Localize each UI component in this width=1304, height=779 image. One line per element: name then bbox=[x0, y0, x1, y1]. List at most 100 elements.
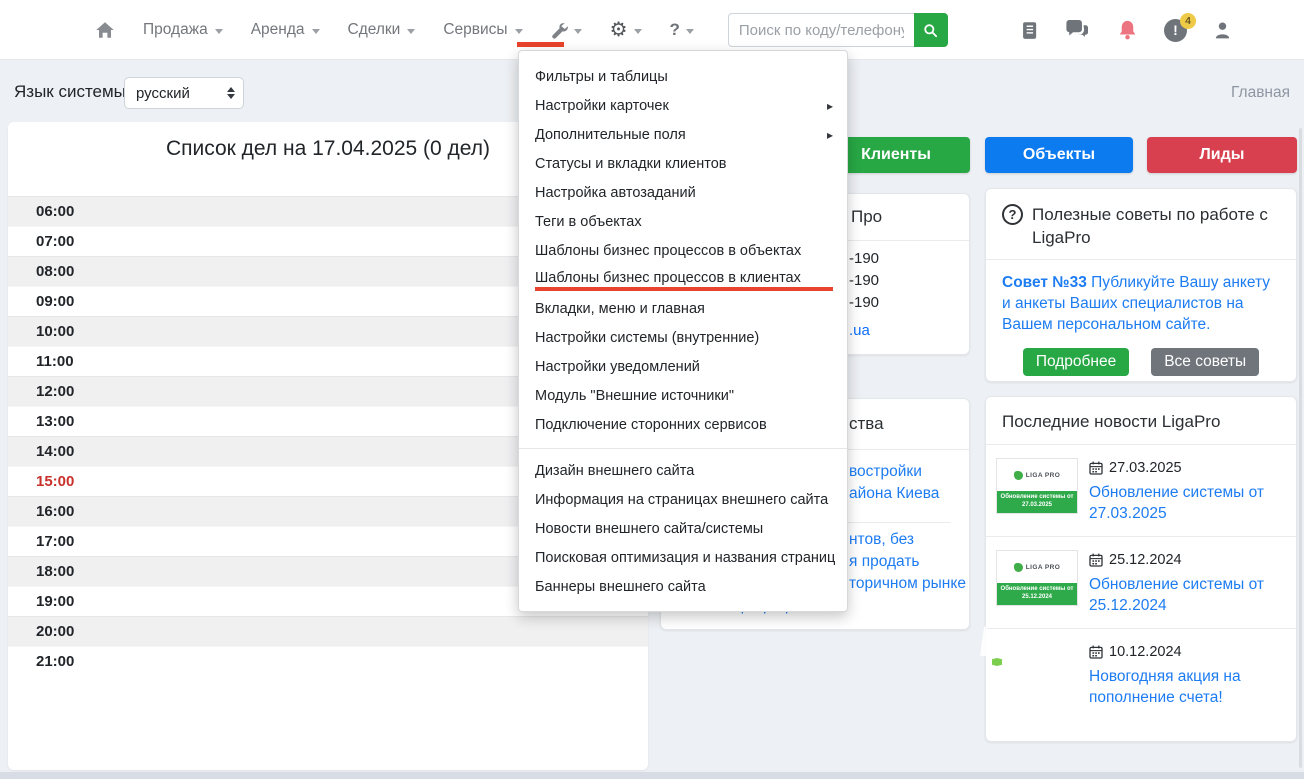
time-label: 06:00 bbox=[36, 203, 74, 220]
menu-item-third-party-services[interactable]: Подключение сторонних сервисов bbox=[519, 411, 847, 440]
all-tips-button[interactable]: Все советы bbox=[1151, 348, 1259, 376]
time-label: 18:00 bbox=[36, 563, 74, 580]
partner-link-fragment[interactable]: айона Киева bbox=[849, 485, 939, 503]
time-label: 14:00 bbox=[36, 443, 74, 460]
directory-icon[interactable] bbox=[1021, 21, 1038, 40]
partner-link-fragment[interactable]: я продать bbox=[849, 553, 920, 571]
notification-count-badge: 4 bbox=[1180, 13, 1196, 29]
time-label: 20:00 bbox=[36, 623, 74, 640]
select-arrows-icon bbox=[227, 87, 235, 99]
news-thumbnail[interactable]: LIGA PRO Обновление системы от 27.03.202… bbox=[996, 458, 1078, 524]
phone-fragment: -190 bbox=[849, 294, 879, 311]
time-label: 08:00 bbox=[36, 263, 74, 280]
news-date: 25.12.2024 bbox=[1109, 552, 1182, 568]
time-label: 12:00 bbox=[36, 383, 74, 400]
home-icon[interactable] bbox=[95, 21, 115, 39]
chevron-down-icon bbox=[215, 29, 223, 34]
chevron-down-icon bbox=[312, 29, 320, 34]
menu-item-tabs-menu-main[interactable]: Вкладки, меню и главная bbox=[519, 295, 847, 324]
active-nav-underline bbox=[517, 42, 564, 47]
submenu-arrow-icon: ▸ bbox=[827, 92, 833, 121]
search-button[interactable] bbox=[914, 13, 948, 47]
menu-item-card-settings[interactable]: Настройки карточек▸ bbox=[519, 92, 847, 121]
contacts-card-title-fragment: Про bbox=[851, 207, 882, 227]
menu-item-autotasks[interactable]: Настройка автозаданий bbox=[519, 179, 847, 208]
language-select-value: русский bbox=[136, 85, 227, 102]
menu-item-site-news[interactable]: Новости внешнего сайта/системы bbox=[519, 515, 847, 544]
chevron-down-icon bbox=[574, 29, 582, 34]
ligapro-logo-icon bbox=[1014, 471, 1023, 480]
menu-item-bp-templates-objects[interactable]: Шаблоны бизнес процессов в объектах bbox=[519, 237, 847, 266]
nav-item-services[interactable]: Сервисы bbox=[443, 21, 522, 39]
balance-icon[interactable]: ! 4 bbox=[1164, 19, 1187, 42]
ligapro-logo-text: LIGA PRO bbox=[1026, 472, 1060, 479]
time-label: 07:00 bbox=[36, 233, 74, 250]
news-card: Последние новости LigaPro LIGA PRO Обнов… bbox=[985, 396, 1297, 742]
notifications-bell-icon[interactable] bbox=[1117, 19, 1138, 42]
partner-link-fragment[interactable]: нтов, без bbox=[849, 531, 914, 549]
news-date: 10.12.2024 bbox=[1109, 644, 1182, 660]
nav-item-deals[interactable]: Сделки bbox=[348, 21, 416, 39]
nav-item-rent[interactable]: Аренда bbox=[251, 21, 320, 39]
menu-item-seo-page-titles[interactable]: Поисковая оптимизация и названия страниц bbox=[519, 544, 847, 573]
menu-item-system-settings[interactable]: Настройки системы (внутренние) bbox=[519, 324, 847, 353]
language-select[interactable]: русский bbox=[124, 77, 244, 109]
help-menu-toggle[interactable]: ? bbox=[670, 20, 694, 40]
menu-item-object-tags[interactable]: Теги в объектах bbox=[519, 208, 847, 237]
phone-fragment: -190 bbox=[849, 250, 879, 267]
news-item: LIGA PRO Обновление системы от 25.12.202… bbox=[986, 537, 1296, 628]
menu-item-site-banners[interactable]: Баннеры внешнего сайта bbox=[519, 573, 847, 602]
chevron-down-icon bbox=[407, 29, 415, 34]
submenu-arrow-icon: ▸ bbox=[827, 121, 833, 150]
nav-item-sales[interactable]: Продажа bbox=[143, 21, 223, 39]
ligapro-logo-text: LIGA PRO bbox=[1026, 564, 1060, 571]
partner-card-title-fragment: ства bbox=[849, 414, 884, 434]
time-row[interactable]: 21:00 bbox=[8, 646, 648, 676]
chevron-down-icon bbox=[686, 29, 694, 34]
gear-icon: ⚙ bbox=[610, 20, 628, 40]
menu-item-filters-tables[interactable]: Фильтры и таблицы bbox=[519, 63, 847, 92]
calendar-icon bbox=[1089, 645, 1103, 659]
time-row[interactable]: 20:00 bbox=[8, 616, 648, 646]
wrench-icon bbox=[551, 22, 568, 39]
tips-card: ? Полезные советы по работе с LigaPro Со… bbox=[985, 188, 1297, 382]
tools-menu-toggle[interactable] bbox=[551, 22, 582, 39]
time-label: 11:00 bbox=[36, 353, 74, 370]
nav-item-label: Продажа bbox=[143, 21, 208, 39]
tip-number-label: Совет №33 bbox=[1002, 274, 1087, 291]
news-thumbnail[interactable]: LIGA PRO Обновление системы от 25.12.202… bbox=[996, 550, 1078, 616]
menu-item-external-sources-module[interactable]: Модуль "Внешние источники" bbox=[519, 382, 847, 411]
breadcrumb-home-link[interactable]: Главная bbox=[1231, 84, 1290, 102]
time-label: 09:00 bbox=[36, 293, 74, 310]
profile-icon[interactable] bbox=[1213, 21, 1232, 40]
menu-item-client-statuses-tabs[interactable]: Статусы и вкладки клиентов bbox=[519, 150, 847, 179]
menu-item-extra-fields[interactable]: Дополнительные поля▸ bbox=[519, 121, 847, 150]
menu-item-notification-settings[interactable]: Настройки уведомлений bbox=[519, 353, 847, 382]
tip-details-button[interactable]: Подробнее bbox=[1023, 348, 1129, 376]
news-link[interactable]: Новогодняя акция на пополнение счета! bbox=[1089, 666, 1282, 708]
objects-button[interactable]: Объекты bbox=[985, 137, 1133, 173]
time-label-current: 15:00 bbox=[36, 473, 74, 490]
leads-button[interactable]: Лиды bbox=[1147, 137, 1297, 173]
vertical-scrollbar[interactable] bbox=[1299, 128, 1302, 768]
news-link[interactable]: Обновление системы от 27.03.2025 bbox=[1089, 482, 1282, 524]
search-input[interactable] bbox=[728, 13, 914, 47]
menu-item-site-pages-info[interactable]: Информация на страницах внешнего сайта bbox=[519, 486, 847, 515]
partner-link-fragment[interactable]: востройки bbox=[849, 463, 922, 481]
nav-item-label: Сделки bbox=[348, 21, 401, 39]
site-link-fragment[interactable]: .ua bbox=[849, 322, 870, 339]
settings-menu-toggle[interactable]: ⚙ bbox=[610, 20, 642, 40]
menu-item-bp-templates-clients[interactable]: Шаблоны бизнес процессов в клиентах bbox=[519, 266, 847, 295]
nav-item-label: Сервисы bbox=[443, 21, 507, 39]
menu-divider bbox=[519, 448, 847, 449]
menu-item-site-design[interactable]: Дизайн внешнего сайта bbox=[519, 457, 847, 486]
news-thumbnail[interactable]: НОВОРІЧНІ БОНУСИ! При оплаті CRM на пів … bbox=[996, 642, 1078, 708]
news-link[interactable]: Обновление системы от 25.12.2024 bbox=[1089, 574, 1282, 616]
calendar-icon bbox=[1089, 553, 1103, 567]
chevron-down-icon bbox=[634, 29, 642, 34]
messages-icon[interactable] bbox=[1064, 20, 1091, 40]
ligapro-logo-icon bbox=[1014, 563, 1023, 572]
chevron-down-icon bbox=[515, 29, 523, 34]
settings-dropdown-menu: Фильтры и таблицы Настройки карточек▸ До… bbox=[518, 50, 848, 612]
partner-link-fragment[interactable]: торичном рынке bbox=[849, 575, 966, 593]
